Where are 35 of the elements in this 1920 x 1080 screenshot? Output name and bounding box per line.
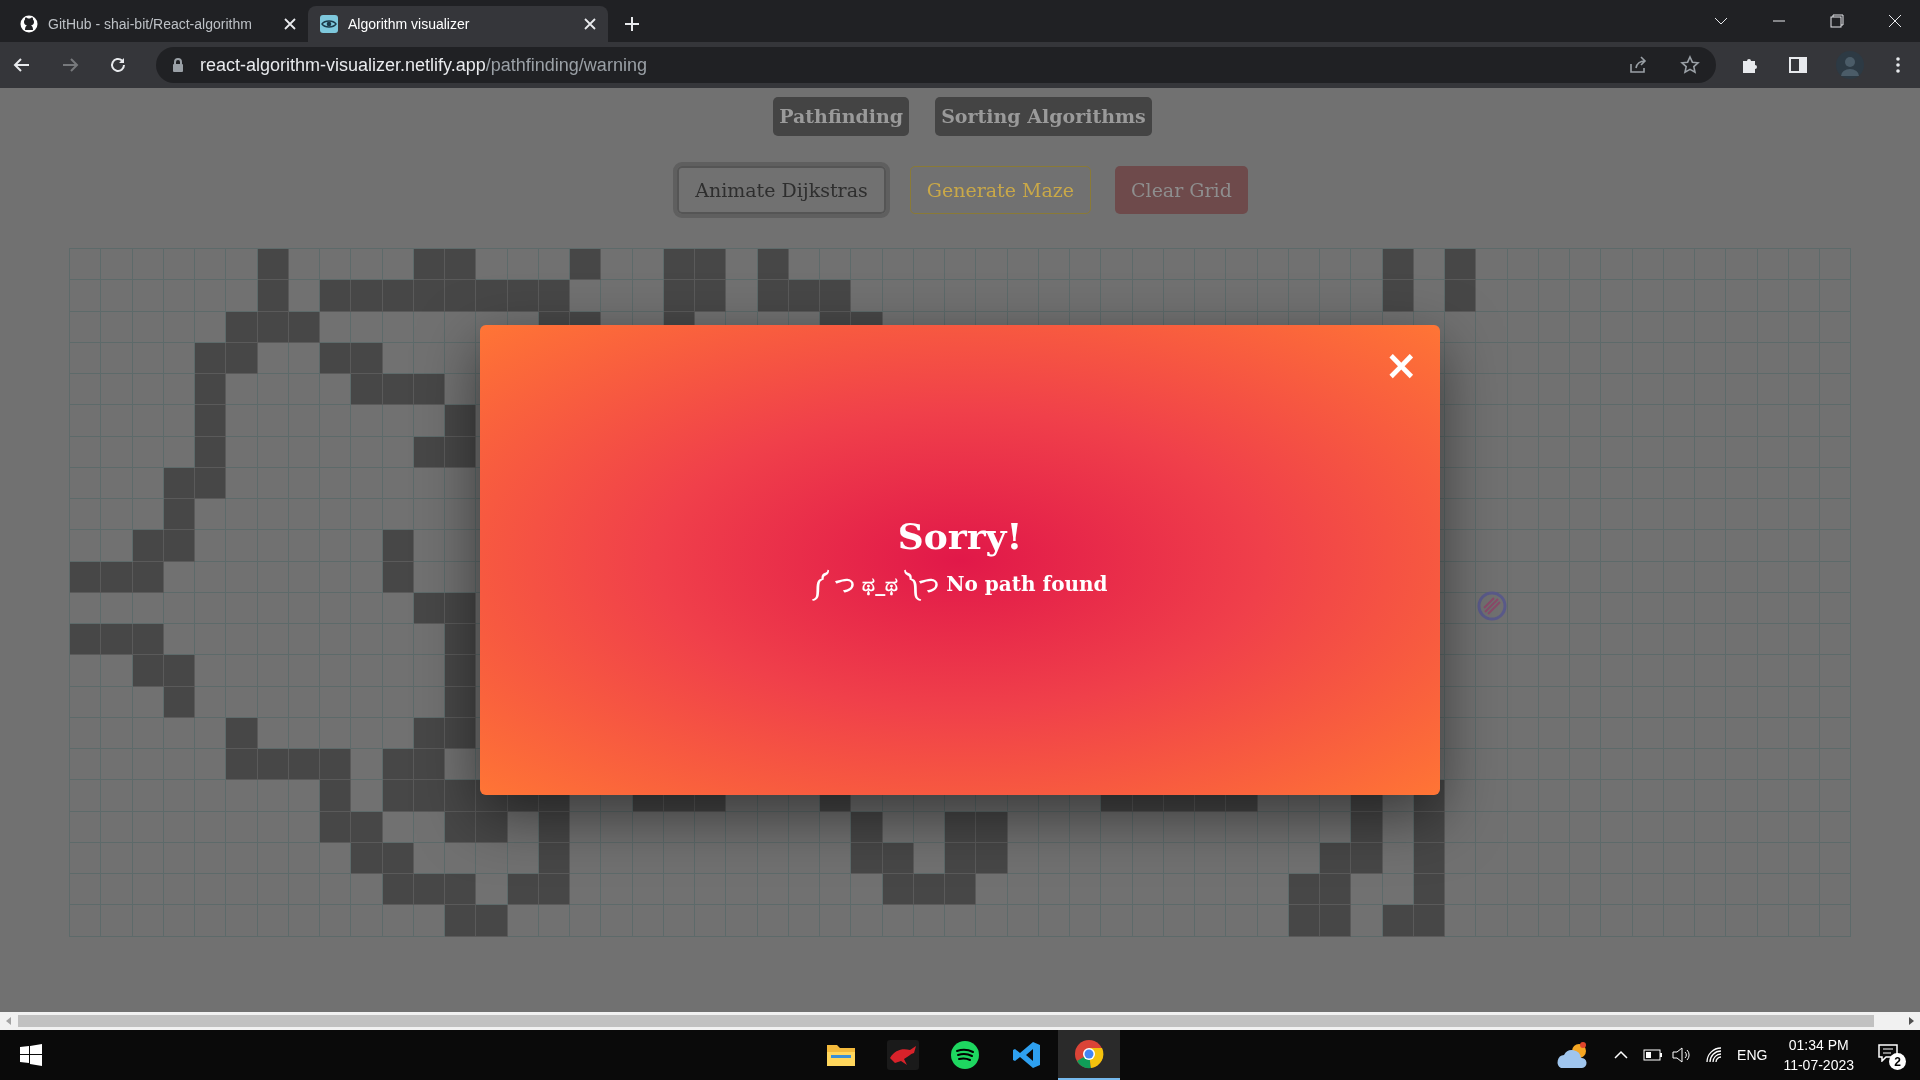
modal-title: Sorry!: [897, 514, 1023, 559]
star-icon[interactable]: [1680, 55, 1700, 75]
windows-start-icon[interactable]: [20, 1044, 42, 1066]
folder-icon[interactable]: [826, 1042, 856, 1068]
scrollbar-thumb[interactable]: [18, 1015, 1874, 1027]
notification-button[interactable]: 2: [1876, 1040, 1906, 1070]
lock-icon: [172, 57, 184, 73]
browser-tab[interactable]: Algorithm visualizer: [308, 6, 608, 42]
dragon-icon[interactable]: [887, 1040, 919, 1070]
share-icon[interactable]: [1628, 55, 1648, 75]
address-bar[interactable]: react-algorithm-visualizer.netlify.app/pathfinding/warning: [156, 47, 1716, 83]
notification-badge: 2: [1889, 1053, 1906, 1070]
side-panel-icon[interactable]: [1788, 55, 1808, 75]
volume-icon[interactable]: [1671, 1047, 1692, 1063]
battery-icon[interactable]: [1643, 1048, 1664, 1062]
tab-title: Algorithm visualizer: [348, 14, 471, 34]
code-editor-icon[interactable]: [1012, 1040, 1042, 1070]
eye-icon: [320, 15, 338, 33]
chrome-icon[interactable]: [1074, 1039, 1104, 1069]
reload-icon[interactable]: [108, 55, 128, 75]
tab-title: GitHub - shai-bit/React-algorithm: [48, 14, 253, 34]
restore-icon[interactable]: [1830, 14, 1844, 28]
language-indicator[interactable]: ENG: [1737, 1044, 1768, 1066]
close-icon[interactable]: [1888, 14, 1902, 28]
close-tab-icon[interactable]: [284, 18, 296, 30]
modal-message: ༼ つ ಥ_ಥ ༽つ No path found: [812, 569, 1108, 599]
new-tab-icon[interactable]: [624, 16, 640, 32]
url-text: react-algorithm-visualizer.netlify.app/pathfinding/warning: [200, 53, 647, 77]
clock[interactable]: 01:34 PM 11-07-2023: [1783, 1035, 1854, 1075]
wifi-icon[interactable]: [1705, 1046, 1724, 1064]
close-tab-icon[interactable]: [584, 18, 596, 30]
github-icon: [20, 15, 38, 33]
spotify-icon[interactable]: [950, 1040, 980, 1070]
taskbar-app[interactable]: [1058, 1030, 1120, 1080]
browser-tab[interactable]: GitHub - shai-bit/React-algorithm: [8, 6, 308, 42]
